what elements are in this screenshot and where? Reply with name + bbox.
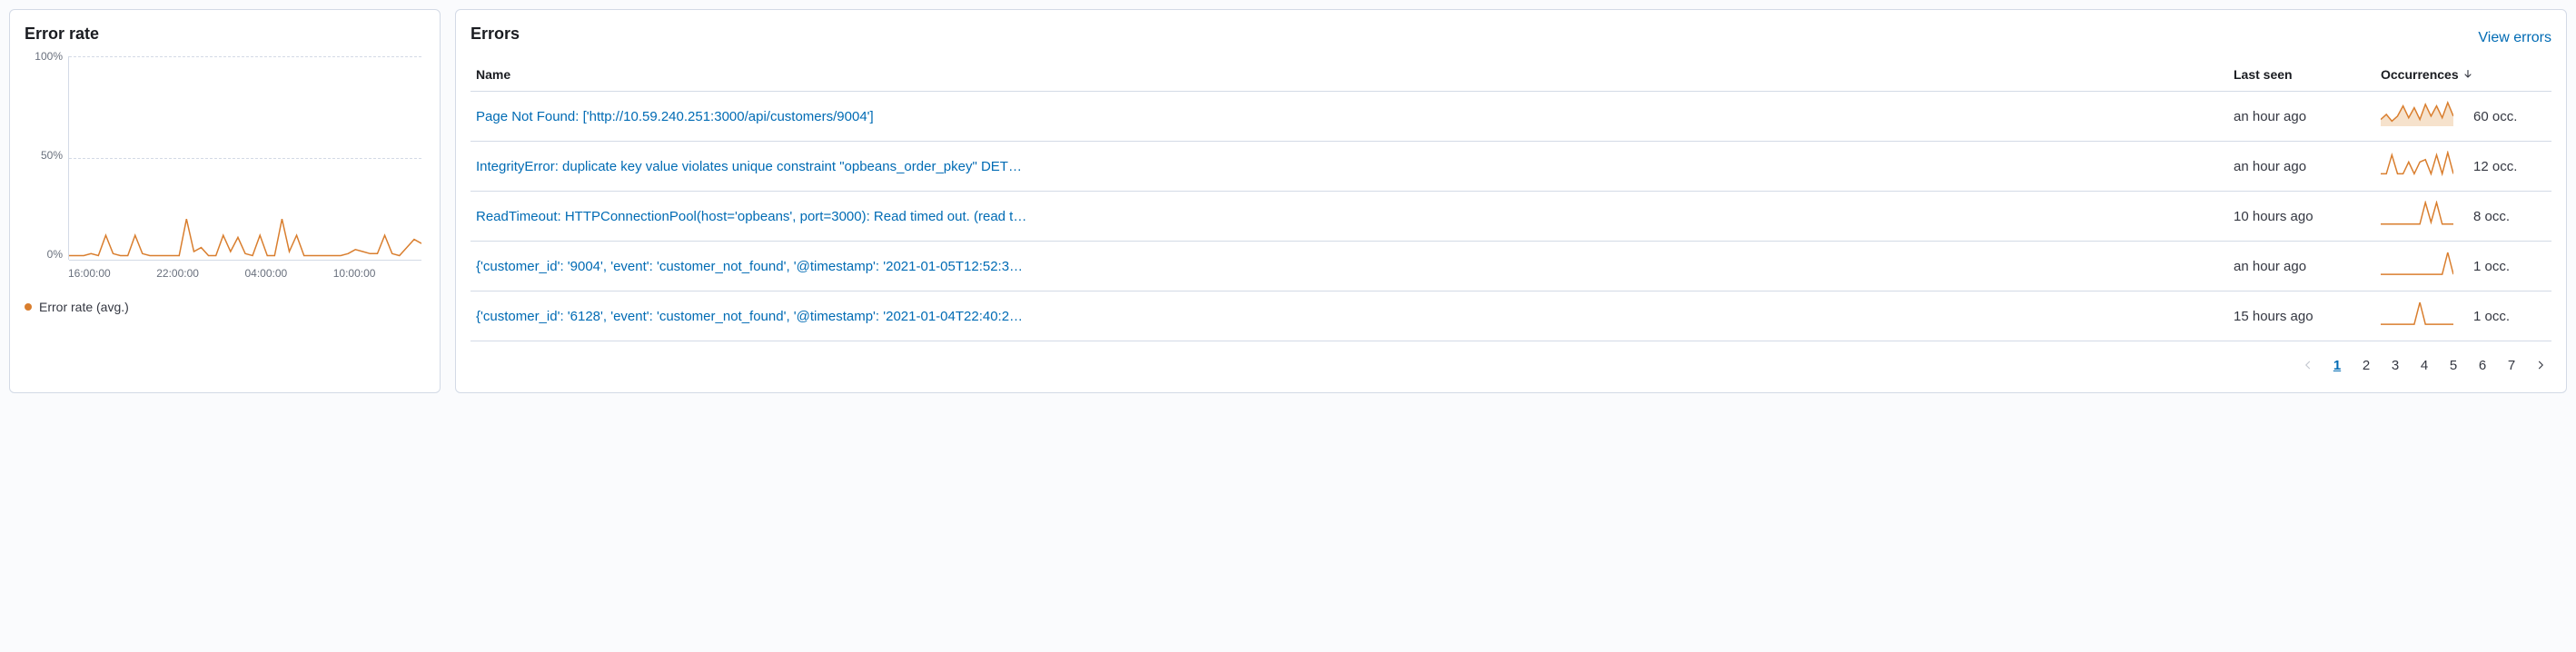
view-errors-link[interactable]: View errors — [2478, 30, 2551, 46]
table-row: IntegrityError: duplicate key value viol… — [471, 142, 2551, 192]
table-row: {'customer_id': '6128', 'event': 'custom… — [471, 291, 2551, 341]
error-rate-title: Error rate — [25, 25, 425, 44]
table-header: Name Last seen Occurrences — [471, 58, 2551, 92]
y-tick: 0% — [25, 249, 63, 260]
error-occurrences: 1 occ. — [2473, 309, 2546, 324]
pager-next-button[interactable] — [2530, 352, 2551, 378]
legend-label: Error rate (avg.) — [39, 300, 129, 314]
table-row: ReadTimeout: HTTPConnectionPool(host='op… — [471, 192, 2551, 242]
sparkline — [2381, 301, 2462, 331]
col-occurrences[interactable]: Occurrences — [2381, 67, 2546, 82]
sparkline — [2381, 251, 2462, 282]
error-rate-panel: Error rate 100% 50% 0% 16:00:00 22:00:00… — [9, 9, 441, 393]
pager-page-button[interactable]: 6 — [2472, 352, 2493, 378]
error-occurrences: 1 occ. — [2473, 259, 2546, 274]
sparkline — [2381, 201, 2462, 232]
sort-desc-icon — [2462, 69, 2473, 80]
errors-panel: Errors View errors Name Last seen Occurr… — [455, 9, 2567, 393]
error-last-seen: an hour ago — [2234, 259, 2370, 274]
error-name-link[interactable]: Page Not Found: ['http://10.59.240.251:3… — [476, 109, 2223, 124]
pager-page-button[interactable]: 7 — [2501, 352, 2522, 378]
sparkline — [2381, 101, 2462, 132]
sparkline — [2381, 151, 2462, 182]
pager-page-button[interactable]: 1 — [2326, 352, 2348, 378]
x-tick: 04:00:00 — [245, 267, 333, 280]
error-name-link[interactable]: {'customer_id': '6128', 'event': 'custom… — [476, 309, 2223, 324]
pager-prev-button[interactable] — [2297, 352, 2319, 378]
error-rate-chart[interactable]: 100% 50% 0% 16:00:00 22:00:00 04:00:00 1… — [25, 51, 425, 287]
pagination: 1234567 — [471, 352, 2551, 378]
chart-x-axis: 16:00:00 22:00:00 04:00:00 10:00:00 — [68, 267, 421, 280]
error-occurrences: 60 occ. — [2473, 109, 2546, 124]
y-tick: 100% — [25, 51, 63, 62]
error-name-link[interactable]: {'customer_id': '9004', 'event': 'custom… — [476, 259, 2223, 274]
col-last-seen[interactable]: Last seen — [2234, 67, 2370, 82]
error-name-link[interactable]: ReadTimeout: HTTPConnectionPool(host='op… — [476, 209, 2223, 224]
error-last-seen: an hour ago — [2234, 109, 2370, 124]
chart-y-axis: 100% 50% 0% — [25, 51, 68, 260]
table-row: {'customer_id': '9004', 'event': 'custom… — [471, 242, 2551, 291]
chevron-right-icon — [2535, 360, 2546, 370]
chart-legend: Error rate (avg.) — [25, 300, 425, 314]
pager-page-button[interactable]: 4 — [2413, 352, 2435, 378]
error-last-seen: 15 hours ago — [2234, 309, 2370, 324]
error-occurrences: 8 occ. — [2473, 209, 2546, 224]
legend-dot-icon — [25, 303, 32, 311]
errors-table: Name Last seen Occurrences Page Not Foun… — [471, 58, 2551, 341]
error-name-link[interactable]: IntegrityError: duplicate key value viol… — [476, 159, 2223, 174]
error-last-seen: an hour ago — [2234, 159, 2370, 174]
x-tick: 10:00:00 — [333, 267, 421, 280]
x-tick: 16:00:00 — [68, 267, 156, 280]
errors-title: Errors — [471, 25, 520, 44]
error-last-seen: 10 hours ago — [2234, 209, 2370, 224]
error-occurrences: 12 occ. — [2473, 159, 2546, 174]
pager-page-button[interactable]: 2 — [2355, 352, 2377, 378]
x-tick: 22:00:00 — [156, 267, 244, 280]
col-name[interactable]: Name — [476, 67, 2223, 82]
table-row: Page Not Found: ['http://10.59.240.251:3… — [471, 92, 2551, 142]
y-tick: 50% — [25, 150, 63, 161]
chevron-left-icon — [2303, 360, 2313, 370]
chart-plot-area — [68, 56, 421, 260]
pager-page-button[interactable]: 3 — [2384, 352, 2406, 378]
pager-page-button[interactable]: 5 — [2442, 352, 2464, 378]
